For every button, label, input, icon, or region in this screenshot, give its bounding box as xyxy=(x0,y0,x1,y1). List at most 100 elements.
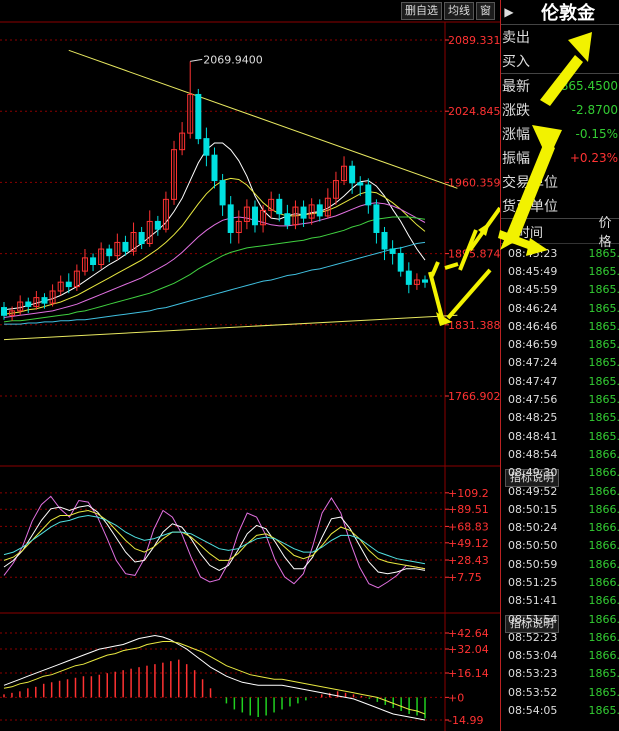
window-button[interactable]: 窗 xyxy=(476,2,495,20)
tick-price: 1866. xyxy=(588,612,619,626)
buy-label: 买入 xyxy=(502,54,530,70)
tick-price: 1866. xyxy=(588,521,619,535)
change-row: 涨跌 -2.8700 xyxy=(501,98,619,122)
tick-row: 08:45:49 1865. xyxy=(501,262,619,280)
signal-line-1 xyxy=(3,641,426,715)
y-tick-label: +7.75 xyxy=(448,571,482,584)
y-tick-label: 1895.874 xyxy=(448,248,500,261)
tick-price: 1865. xyxy=(588,264,619,278)
y-tick-label: +68.83 xyxy=(448,520,489,533)
tick-price: 1866. xyxy=(588,502,619,516)
tick-price: 1866. xyxy=(588,539,619,553)
tick-time: 08:48:25 xyxy=(508,411,558,425)
tick-row: 08:52:23 1866. xyxy=(501,628,619,646)
ticks-list[interactable]: 08:45:23 1865. 08:45:49 1865. 08:45:59 1865. 0… xyxy=(501,244,619,720)
tick-price: 1866. xyxy=(588,630,619,644)
tick-row: 08:50:50 1866. xyxy=(501,537,619,555)
tick-time: 08:50:50 xyxy=(508,539,558,553)
tick-time: 08:51:25 xyxy=(508,575,558,589)
latest-value: 1865.4500 xyxy=(553,79,618,93)
y-tick-label: 1831.388 xyxy=(448,319,500,332)
y-tick-label: 1766.902 xyxy=(448,390,500,403)
instrument-title: 伦敦金 xyxy=(541,3,595,24)
tick-row: 08:48:25 1865. xyxy=(501,409,619,427)
delete-watchlist-button[interactable]: 删自选 xyxy=(401,2,442,20)
tick-price: 1865. xyxy=(588,667,619,681)
tick-row: 08:46:59 1865. xyxy=(501,335,619,353)
tick-price: 1866. xyxy=(588,594,619,608)
tick-price: 1866. xyxy=(588,466,619,480)
candle-body xyxy=(284,213,291,226)
candle-body xyxy=(365,184,372,206)
tick-time: 08:48:41 xyxy=(508,429,558,443)
tick-row: 08:53:04 1866. xyxy=(501,647,619,665)
drawn-arrow xyxy=(428,271,444,319)
tick-row: 08:54:05 1865. xyxy=(501,701,619,719)
tick-row: 08:50:15 1866. xyxy=(501,500,619,518)
y-tick-label: +109.2 xyxy=(448,487,489,500)
moving-average-button[interactable]: 均线 xyxy=(444,2,474,20)
tick-price: 1866. xyxy=(588,575,619,589)
tick-row: 08:45:23 1865. xyxy=(501,244,619,262)
candle-body xyxy=(203,138,210,156)
tick-time: 08:51:41 xyxy=(508,594,558,608)
candle-body xyxy=(349,165,356,184)
tick-price: 1865. xyxy=(588,301,619,315)
candle-body xyxy=(211,154,218,182)
candle-body xyxy=(316,204,323,217)
candle-body xyxy=(405,270,412,285)
sell-label: 卖出 xyxy=(502,30,530,46)
y-tick-label: 2089.331 xyxy=(448,34,500,47)
tick-time: 08:54:05 xyxy=(508,704,558,718)
tick-price: 1865. xyxy=(588,429,619,443)
drawn-arrow xyxy=(430,261,440,277)
tick-row: 08:47:24 1865. xyxy=(501,354,619,372)
ticks-header: 时间 价格 xyxy=(501,216,619,250)
pct-row: 涨幅 -0.15% xyxy=(501,122,619,146)
y-tick-label: +0 xyxy=(448,691,464,704)
tick-price: 1866. xyxy=(588,557,619,571)
tick-time: 08:53:52 xyxy=(508,685,558,699)
tick-row: 08:49:52 1866. xyxy=(501,482,619,500)
candle-body xyxy=(251,206,258,226)
chart-area[interactable]: 2089.3312024.8451960.3591895.8741831.388… xyxy=(0,0,500,731)
candle-body xyxy=(389,248,396,254)
tick-row: 08:51:25 1866. xyxy=(501,573,619,591)
tick-price: 1866. xyxy=(588,484,619,498)
unit-row: 交易单位 xyxy=(501,170,619,194)
currency-label: 货币单位 xyxy=(502,199,558,215)
y-tick-label: -14.99 xyxy=(448,714,483,727)
quote-panel: ▶ 伦敦金 卖出 买入 最新 1865.4500 涨跌 -2.8700 涨幅 -0.1… xyxy=(500,0,619,731)
tick-row: 08:45:59 1865. xyxy=(501,281,619,299)
candle-body xyxy=(381,231,388,250)
tick-row: 08:50:59 1866. xyxy=(501,555,619,573)
y-tick-label: +32.04 xyxy=(448,643,489,656)
unit-label: 交易单位 xyxy=(502,175,558,191)
candle-body xyxy=(41,297,48,304)
ma-line-green xyxy=(3,216,426,323)
trendline xyxy=(3,314,458,341)
tick-time: 08:50:24 xyxy=(508,521,558,535)
trendline xyxy=(68,49,458,189)
tick-time: 08:47:56 xyxy=(508,393,558,407)
tick-price: 1865. xyxy=(588,319,619,333)
flag-icon[interactable]: ▶ xyxy=(501,5,517,19)
tick-time: 08:50:59 xyxy=(508,557,558,571)
tick-row: 08:47:47 1865. xyxy=(501,372,619,390)
tick-row: 08:53:52 1865. xyxy=(501,683,619,701)
price-header: 价格 xyxy=(598,216,612,250)
tick-time: 08:46:24 xyxy=(508,301,558,315)
tick-price: 1865. xyxy=(588,246,619,260)
tick-time: 08:45:59 xyxy=(508,283,558,297)
tick-row: 08:46:24 1865. xyxy=(501,299,619,317)
tick-row: 08:49:30 1866. xyxy=(501,464,619,482)
candle-body xyxy=(373,204,380,233)
pct-label: 涨幅 xyxy=(502,127,530,143)
drawn-arrow xyxy=(468,206,500,252)
tick-time: 08:46:46 xyxy=(508,319,558,333)
candle-body xyxy=(397,252,404,272)
latest-label: 最新 xyxy=(502,79,530,95)
y-tick-label: +16.14 xyxy=(448,667,489,680)
tick-price: 1865. xyxy=(588,374,619,388)
candle-body xyxy=(122,241,129,252)
